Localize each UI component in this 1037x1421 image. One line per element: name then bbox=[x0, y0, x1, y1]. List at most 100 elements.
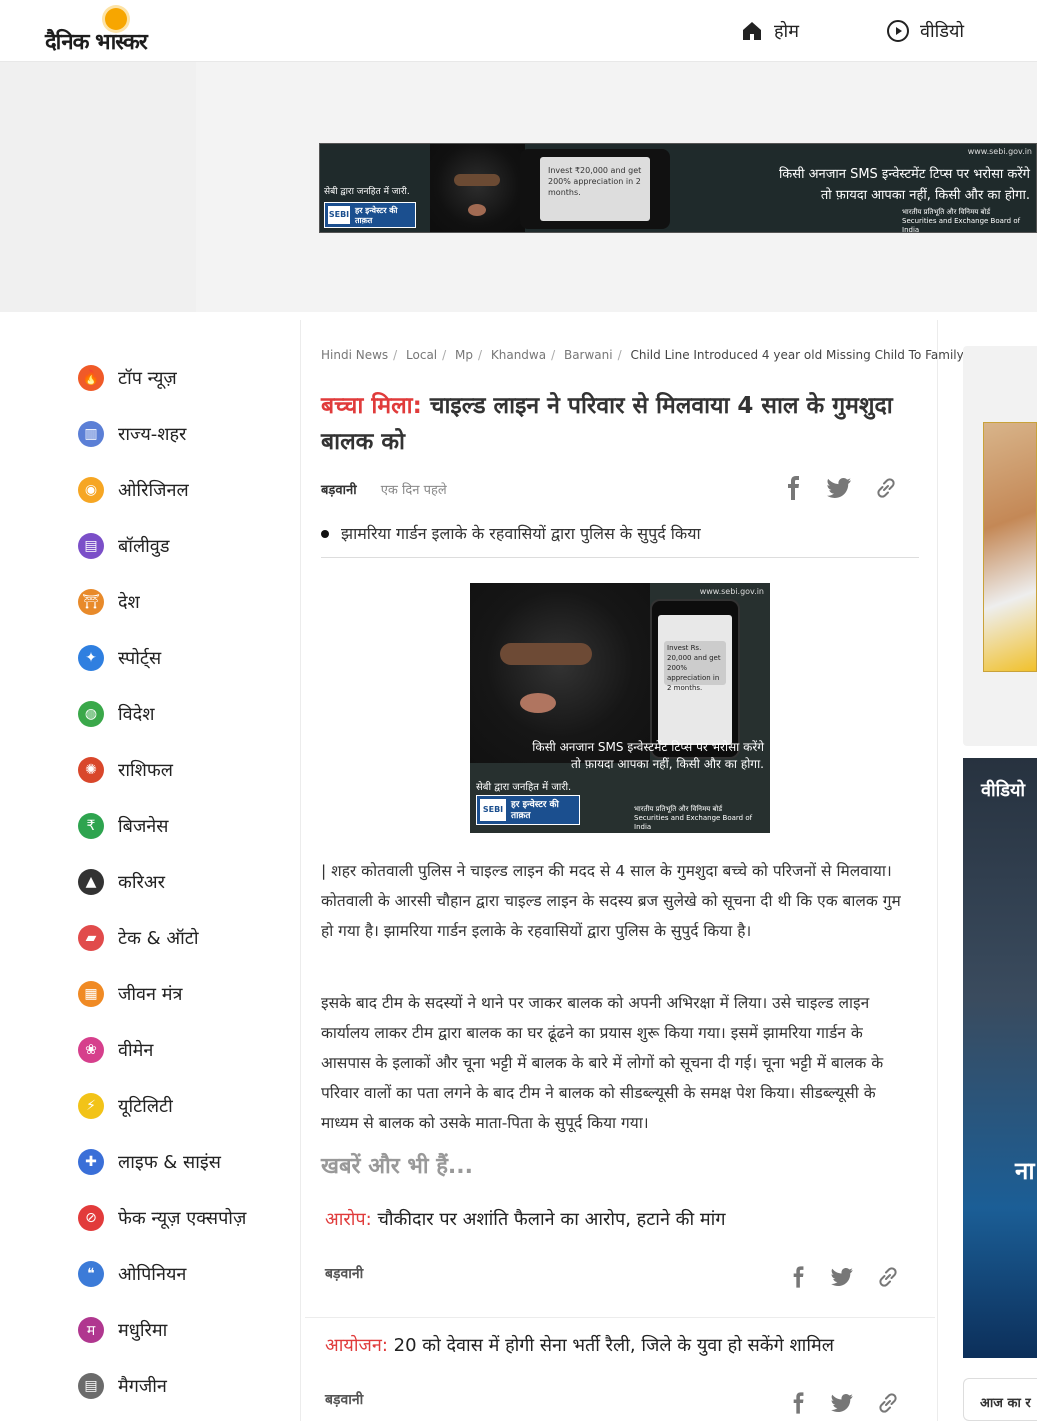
nav-video[interactable]: वीडियो bbox=[886, 16, 964, 46]
news-city[interactable]: बड़वानी bbox=[325, 1264, 363, 1283]
sidebar-item-label: टेक & ऑटो bbox=[118, 928, 199, 949]
badge-tagline: हर इन्वेस्टर की ताक़त bbox=[355, 206, 398, 225]
sidebar-item[interactable]: ▲ करिअर bbox=[60, 854, 290, 910]
sidebar-item-label: लाइफ & साइंस bbox=[118, 1152, 221, 1173]
facebook-icon[interactable] bbox=[791, 1266, 807, 1288]
globe-icon: ◍ bbox=[78, 701, 104, 727]
ad-org-hi: भारतीय प्रतिभूति और विनिमय बोर्ड bbox=[902, 208, 991, 216]
ad-message: किसी अनजान SMS इन्वेस्टमेंट टिप्स पर भरो… bbox=[484, 739, 764, 773]
twitter-icon[interactable] bbox=[831, 1268, 853, 1286]
lamp-icon: ◉ bbox=[78, 477, 104, 503]
breadcrumb-item[interactable]: Local bbox=[406, 348, 437, 362]
sidebar-item-label: बिजनेस bbox=[118, 816, 169, 837]
link-icon[interactable] bbox=[877, 1266, 899, 1288]
breadcrumb-item[interactable]: Mp bbox=[455, 348, 473, 362]
sidebar-item[interactable]: ▦ जीवन मंत्र bbox=[60, 966, 290, 1022]
fake-icon: ⊘ bbox=[78, 1205, 104, 1231]
graduation-icon: ▲ bbox=[78, 869, 104, 895]
news-kicker: आरोप: bbox=[325, 1209, 372, 1230]
sidebar-item[interactable]: ▥ राज्य-शहर bbox=[60, 406, 290, 462]
ad-url: www.sebi.gov.in bbox=[699, 587, 764, 596]
city-icon: ▥ bbox=[78, 421, 104, 447]
ad-org: भारतीय प्रतिभूति और विनिमय बोर्ड Securit… bbox=[634, 805, 766, 832]
right-rail-box-label: आज का र bbox=[980, 1396, 1031, 1411]
breadcrumb-item[interactable]: Khandwa bbox=[491, 348, 546, 362]
breadcrumb-item[interactable]: Hindi News bbox=[321, 348, 388, 362]
magazine-icon: ▤ bbox=[78, 1373, 104, 1399]
facebook-icon[interactable] bbox=[785, 476, 803, 500]
sidebar-item[interactable]: ◉ ओरिजिनल bbox=[60, 462, 290, 518]
ad-message-line2: तो फ़ायदा आपका नहीं, किसी और का होगा. bbox=[570, 757, 764, 771]
play-circle-icon bbox=[887, 20, 909, 42]
sidebar-item[interactable]: ✦ स्पोर्ट्स bbox=[60, 630, 290, 686]
sidebar-item[interactable]: ▰ टेक & ऑटो bbox=[60, 910, 290, 966]
article-column: Hindi News / Local / Mp / Khandwa / Barwani /… bbox=[300, 320, 964, 1421]
sidebar-item-label: ओरिजिनल bbox=[118, 480, 189, 501]
site-logo[interactable]: दैनिक भास्कर bbox=[45, 8, 185, 56]
ad-org: भारतीय प्रतिभूति और विनिमय बोर्ड Securit… bbox=[902, 208, 1032, 232]
sidebar-item[interactable]: ✚ लाइफ & साइंस bbox=[60, 1134, 290, 1190]
eyes bbox=[454, 174, 500, 186]
site-header: दैनिक भास्कर होम वीडियो bbox=[0, 0, 1037, 62]
video-label: वीडियो bbox=[981, 780, 1026, 801]
ad-band: Invest ₹20,000 and get 200% appreciation… bbox=[0, 62, 1037, 312]
breadcrumb-item[interactable]: Barwani bbox=[564, 348, 613, 362]
nav-home[interactable]: होम bbox=[740, 16, 799, 46]
article-city[interactable]: बड़वानी bbox=[321, 483, 357, 498]
sidebar-item[interactable]: ⛩ देश bbox=[60, 574, 290, 630]
sidebar-item-label: राज्य-शहर bbox=[118, 424, 187, 445]
sidebar-item-label: टॉप न्यूज़ bbox=[118, 368, 177, 389]
news-card[interactable]: आरोप: चौकीदार पर अशांति फैलाने का आरोप, … bbox=[305, 1194, 935, 1318]
article-ad-image[interactable]: Invest Rs. 20,000 and get 200% appreciat… bbox=[470, 583, 770, 833]
sidebar-item[interactable]: म मधुरिमा bbox=[60, 1302, 290, 1358]
book-icon: ▦ bbox=[78, 981, 104, 1007]
news-city[interactable]: बड़वानी bbox=[325, 1390, 363, 1409]
video-overlay-text: ना bbox=[1015, 1157, 1035, 1185]
sidebar-item-label: ओपिनियन bbox=[118, 1264, 187, 1285]
zodiac-icon: ✺ bbox=[78, 757, 104, 783]
right-rail-video[interactable]: वीडियो ना bbox=[963, 758, 1037, 1358]
breadcrumb: Hindi News / Local / Mp / Khandwa / Barwani /… bbox=[321, 348, 964, 362]
sebi-banner-ad[interactable]: Invest ₹20,000 and get 200% appreciation… bbox=[319, 143, 1037, 233]
sidebar-item[interactable]: ⊘ फेक न्यूज़ एक्सपोज़ bbox=[60, 1190, 290, 1246]
sidebar-item[interactable]: 🔥 टॉप न्यूज़ bbox=[60, 350, 290, 406]
mouth bbox=[520, 693, 556, 713]
gov-text: सेबी द्वारा जनहित में जारी. bbox=[476, 782, 572, 793]
breadcrumb-separator: / bbox=[478, 348, 483, 362]
sidebar-item-label: यूटिलिटी bbox=[118, 1096, 173, 1117]
ad-url: www.sebi.gov.in bbox=[967, 147, 1032, 156]
right-rail-box[interactable]: आज का र bbox=[963, 1378, 1037, 1421]
sidebar-item[interactable]: ◍ विदेश bbox=[60, 686, 290, 742]
clapper-icon: ▤ bbox=[78, 533, 104, 559]
news-card[interactable]: आयोजन: 20 को देवास में होगी सेना भर्ती र… bbox=[305, 1320, 935, 1421]
women-icon: ❀ bbox=[78, 1037, 104, 1063]
mouth bbox=[468, 204, 486, 216]
sidebar-item-label: फेक न्यूज़ एक्सपोज़ bbox=[118, 1208, 247, 1229]
sidebar-item[interactable]: ▤ मैगजीन bbox=[60, 1358, 290, 1414]
twitter-icon[interactable] bbox=[831, 1394, 853, 1412]
sidebar-item-label: विदेश bbox=[118, 704, 155, 725]
link-icon[interactable] bbox=[877, 1392, 899, 1414]
masked-face-image bbox=[430, 144, 525, 232]
twitter-icon[interactable] bbox=[827, 478, 851, 498]
logo-text: दैनिक भास्कर bbox=[45, 30, 148, 55]
sidebar-item[interactable]: ✺ राशिफल bbox=[60, 742, 290, 798]
sidebar-item[interactable]: ❝ ओपिनियन bbox=[60, 1246, 290, 1302]
link-icon[interactable] bbox=[875, 477, 897, 499]
sidebar-item[interactable]: ⚡ यूटिलिटी bbox=[60, 1078, 290, 1134]
dna-icon: ✚ bbox=[78, 1149, 104, 1175]
sidebar-item[interactable]: ❀ वीमेन bbox=[60, 1022, 290, 1078]
promo-image bbox=[983, 422, 1037, 672]
share-bar bbox=[785, 476, 897, 500]
sebi-badge: SEBI हर इन्वेस्टर की ताक़त bbox=[324, 202, 416, 228]
quote-icon: ❝ bbox=[78, 1261, 104, 1287]
news-title[interactable]: आयोजन: 20 को देवास में होगी सेना भर्ती र… bbox=[325, 1332, 915, 1360]
car-icon: ▰ bbox=[78, 925, 104, 951]
facebook-icon[interactable] bbox=[791, 1392, 807, 1414]
article-title: बच्चा मिला: चाइल्ड लाइन ने परिवार से मिल… bbox=[321, 388, 911, 460]
news-title[interactable]: आरोप: चौकीदार पर अशांति फैलाने का आरोप, … bbox=[325, 1206, 915, 1234]
sidebar-item[interactable]: ₹ बिजनेस bbox=[60, 798, 290, 854]
article-meta: बड़वानी एक दिन पहले bbox=[321, 480, 447, 498]
right-rail-card[interactable] bbox=[963, 346, 1037, 746]
sidebar-item[interactable]: ▤ बॉलीवुड bbox=[60, 518, 290, 574]
